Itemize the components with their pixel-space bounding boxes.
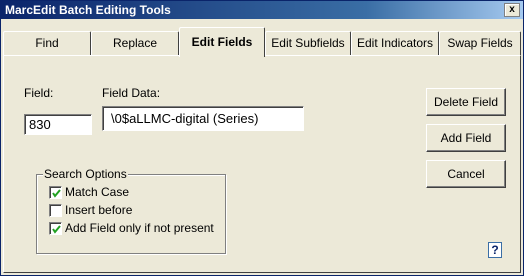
tab-strip: Find Replace Edit Fields Edit Subfields … (1, 27, 523, 57)
tab-edit-indicators[interactable]: Edit Indicators (351, 31, 439, 55)
close-button[interactable]: x (504, 3, 520, 17)
check-icon (52, 189, 61, 198)
tab-label: Edit Subfields (271, 36, 345, 50)
window-title: MarcEdit Batch Editing Tools (5, 3, 171, 17)
tab-label: Edit Indicators (356, 36, 434, 50)
tab-edit-subfields[interactable]: Edit Subfields (265, 31, 351, 55)
search-options-group: Search Options Match Case Insert before (36, 167, 226, 254)
add-if-not-present-label: Add Field only if not present (65, 221, 214, 235)
help-glyph: ? (491, 243, 499, 257)
batch-editing-window: MarcEdit Batch Editing Tools x Find Repl… (0, 0, 524, 276)
tab-swap-fields[interactable]: Swap Fields (439, 31, 521, 55)
cancel-label: Cancel (447, 167, 485, 181)
tab-label: Replace (112, 36, 158, 50)
match-case-label: Match Case (65, 185, 130, 199)
tab-label: Swap Fields (447, 36, 513, 50)
edit-fields-panel: Field: 830 Field Data: \0$aLLMC-digital … (3, 55, 521, 273)
tab-label: Edit Fields (191, 35, 253, 49)
field-input[interactable]: 830 (24, 114, 92, 135)
delete-field-button[interactable]: Delete Field (426, 88, 506, 116)
tab-label: Find (35, 36, 59, 50)
add-field-label: Add Field (440, 131, 492, 145)
add-field-button[interactable]: Add Field (426, 124, 506, 152)
help-icon[interactable]: ? (488, 242, 502, 258)
field-data-input[interactable]: \0$aLLMC-digital (Series) (102, 106, 304, 131)
insert-before-label: Insert before (65, 203, 133, 217)
title-bar[interactable]: MarcEdit Batch Editing Tools x (1, 1, 523, 19)
search-options-legend: Search Options (43, 167, 128, 181)
field-data-label: Field Data: (102, 86, 161, 100)
field-data-input-value: \0$aLLMC-digital (Series) (111, 111, 259, 126)
insert-before-checkbox[interactable] (49, 204, 62, 217)
add-if-not-present-checkbox[interactable] (49, 222, 62, 235)
tab-edit-fields[interactable]: Edit Fields (179, 27, 265, 57)
close-icon: x (509, 4, 515, 15)
tab-replace[interactable]: Replace (91, 31, 179, 55)
field-label: Field: (24, 86, 54, 100)
check-icon (52, 225, 61, 234)
delete-field-label: Delete Field (433, 95, 499, 109)
field-input-value: 830 (29, 117, 51, 132)
match-case-checkbox[interactable] (49, 186, 62, 199)
cancel-button[interactable]: Cancel (426, 160, 506, 188)
tab-find[interactable]: Find (3, 31, 91, 55)
